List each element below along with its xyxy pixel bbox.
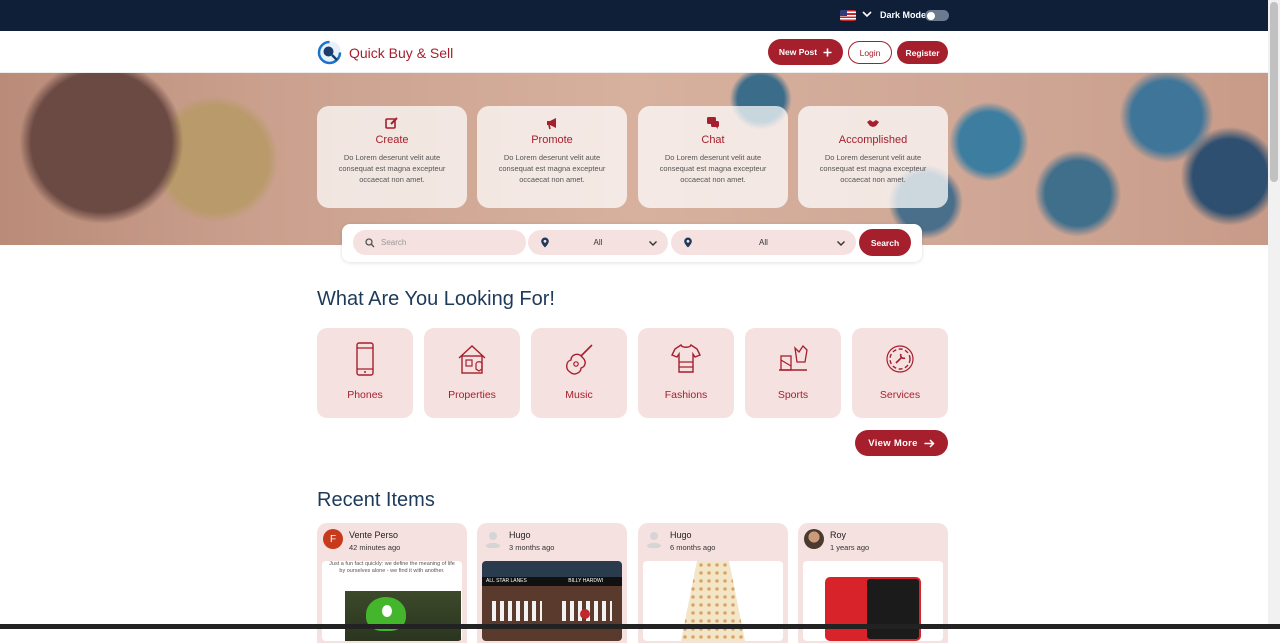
item-user-name: Vente Perso bbox=[349, 530, 399, 540]
hero-card-title: Create bbox=[375, 134, 409, 146]
megaphone-icon bbox=[547, 118, 556, 130]
new-post-button[interactable]: New Post bbox=[768, 39, 843, 65]
recent-items-title: Recent Items bbox=[317, 489, 435, 511]
scrollbar-thumb[interactable] bbox=[1270, 2, 1278, 182]
item-user-name: Roy bbox=[830, 530, 847, 540]
gear-icon bbox=[886, 345, 914, 373]
item-image: ALL STAR LANES BILLY HARDWI bbox=[482, 561, 622, 641]
login-button[interactable]: Login bbox=[848, 41, 892, 64]
category-services[interactable]: Services bbox=[852, 328, 948, 418]
guitar-icon bbox=[566, 344, 593, 375]
item-time: 42 minutes ago bbox=[349, 543, 401, 552]
hero-card-desc: Do Lorem deserunt velit aute consequat e… bbox=[498, 153, 606, 184]
item-time: 6 months ago bbox=[670, 543, 716, 552]
hero-card-create: Create Do Lorem deserunt velit aute cons… bbox=[317, 106, 467, 208]
logo-icon[interactable] bbox=[317, 40, 342, 65]
register-button[interactable]: Register bbox=[897, 41, 948, 64]
bowling-pins-left bbox=[492, 601, 542, 621]
category-label: Music bbox=[565, 389, 593, 401]
chevron-down-icon bbox=[837, 241, 845, 246]
chevron-down-icon bbox=[649, 241, 657, 246]
item-image bbox=[803, 561, 943, 641]
hero-card-desc: Do Lorem deserunt velit aute consequat e… bbox=[819, 153, 927, 184]
dark-mode-toggle[interactable] bbox=[925, 10, 949, 21]
avatar bbox=[485, 532, 501, 548]
yoshi-eye bbox=[382, 605, 392, 617]
search-placeholder: Search bbox=[381, 238, 407, 247]
categories-title: What Are You Looking For! bbox=[317, 288, 555, 310]
hero-card-chat: Chat Do Lorem deserunt velit aute conseq… bbox=[638, 106, 788, 208]
hero-card-title: Accomplished bbox=[838, 134, 908, 146]
hero-card-title: Promote bbox=[531, 134, 573, 146]
category-label: Phones bbox=[347, 389, 383, 401]
house-icon bbox=[458, 345, 486, 374]
search-button[interactable]: Search bbox=[859, 229, 911, 256]
category-label: Sports bbox=[777, 389, 809, 401]
category-label: Services bbox=[879, 389, 921, 401]
phone-front-photo bbox=[865, 577, 921, 641]
brand-name[interactable]: Quick Buy & Sell bbox=[349, 45, 453, 61]
top-bar: Dark Mode bbox=[0, 0, 1268, 31]
hero-card-desc: Do Lorem deserunt velit aute consequat e… bbox=[659, 153, 767, 184]
avatar bbox=[804, 529, 824, 549]
item-image bbox=[643, 561, 783, 641]
category-label: Properties bbox=[448, 389, 496, 401]
search-bar: Search All All Search bbox=[342, 224, 922, 262]
category-sports[interactable]: Sports bbox=[745, 328, 841, 418]
category-properties[interactable]: Properties bbox=[424, 328, 520, 418]
item-time: 3 months ago bbox=[509, 543, 555, 552]
location-value-1: All bbox=[593, 238, 603, 247]
item-image: Just a fun fact quickly: we define the m… bbox=[322, 561, 462, 641]
category-music[interactable]: Music bbox=[531, 328, 627, 418]
us-flag-icon[interactable] bbox=[840, 10, 856, 21]
avatar: F bbox=[323, 529, 343, 549]
category-label: Fashions bbox=[664, 389, 708, 401]
bowling-sign: ALL STAR LANES BILLY HARDWI bbox=[482, 577, 622, 586]
skirt-photo bbox=[681, 561, 745, 641]
item-user-name: Hugo bbox=[670, 530, 692, 540]
item-time: 1 years ago bbox=[830, 543, 870, 552]
item-image-caption: Just a fun fact quickly: we define the m… bbox=[329, 561, 455, 574]
bowling-ball bbox=[580, 609, 590, 619]
category-fashions[interactable]: Fashions bbox=[638, 328, 734, 418]
view-more-button[interactable]: View More bbox=[855, 430, 948, 456]
category-phones[interactable]: Phones bbox=[317, 328, 413, 418]
location-select-1[interactable]: All bbox=[528, 230, 668, 255]
hero-card-desc: Do Lorem deserunt velit aute consequat e… bbox=[338, 153, 446, 184]
hero-card-title: Chat bbox=[701, 134, 725, 146]
hero-banner: Create Do Lorem deserunt velit aute cons… bbox=[0, 73, 1268, 245]
avatar bbox=[646, 532, 662, 548]
new-post-label: New Post bbox=[778, 47, 818, 57]
sports-icon bbox=[779, 344, 808, 371]
chat-icon bbox=[707, 117, 719, 129]
dark-mode-label: Dark Mode bbox=[880, 10, 927, 20]
handshake-icon bbox=[867, 120, 879, 127]
plus-icon bbox=[823, 48, 832, 56]
clothes-icon bbox=[671, 343, 701, 373]
chevron-down-icon[interactable] bbox=[861, 8, 873, 20]
location-value-2: All bbox=[759, 238, 768, 247]
site-header: Quick Buy & Sell New Post Login Register bbox=[0, 31, 1268, 73]
bowling-sign-left: ALL STAR LANES bbox=[486, 578, 527, 584]
location-select-2[interactable]: All bbox=[671, 230, 856, 255]
bowling-sign-right: BILLY HARDWI bbox=[568, 578, 604, 584]
window-bottom-edge bbox=[0, 624, 1280, 629]
hero-card-accomplished: Accomplished Do Lorem deserunt velit aut… bbox=[798, 106, 948, 208]
search-input[interactable]: Search bbox=[353, 230, 526, 255]
hero-card-promote: Promote Do Lorem deserunt velit aute con… bbox=[477, 106, 627, 208]
view-more-label: View More bbox=[868, 437, 918, 449]
edit-icon bbox=[385, 117, 398, 129]
item-user-name: Hugo bbox=[509, 530, 531, 540]
phone-icon bbox=[356, 342, 374, 376]
search-icon bbox=[365, 237, 375, 247]
arrow-right-icon bbox=[924, 438, 935, 448]
